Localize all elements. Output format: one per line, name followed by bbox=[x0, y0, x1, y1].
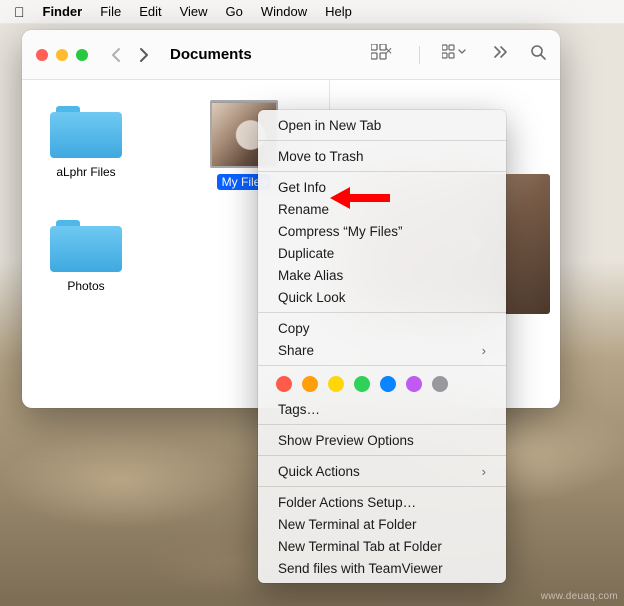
watermark: www.deuaq.com bbox=[541, 591, 618, 602]
tag-gray[interactable] bbox=[432, 376, 448, 392]
maximize-button[interactable] bbox=[76, 49, 88, 61]
window-title: Documents bbox=[170, 46, 359, 63]
nav-arrows bbox=[110, 47, 150, 63]
ctx-folder-actions-setup[interactable]: Folder Actions Setup… bbox=[258, 491, 506, 513]
ctx-quick-look[interactable]: Quick Look bbox=[258, 286, 506, 308]
menubar-view[interactable]: View bbox=[180, 4, 208, 19]
ctx-tag-colors bbox=[258, 370, 506, 398]
search-icon[interactable] bbox=[530, 44, 546, 65]
ctx-separator bbox=[258, 455, 506, 456]
titlebar: Documents bbox=[22, 30, 560, 80]
ctx-separator bbox=[258, 424, 506, 425]
toolbar-more-icon[interactable] bbox=[492, 45, 508, 64]
menubar-app-name[interactable]: Finder bbox=[43, 4, 83, 19]
ctx-copy[interactable]: Copy bbox=[258, 317, 506, 339]
item-label: Photos bbox=[62, 278, 109, 294]
menubar-window[interactable]: Window bbox=[261, 4, 307, 19]
group-by-icon[interactable] bbox=[442, 44, 470, 65]
menubar-edit[interactable]: Edit bbox=[139, 4, 161, 19]
forward-icon[interactable] bbox=[139, 47, 150, 63]
item-label: aLphr Files bbox=[51, 164, 120, 180]
menubar-help[interactable]: Help bbox=[325, 4, 352, 19]
apple-menu-icon[interactable]:  bbox=[14, 4, 25, 20]
tag-blue[interactable] bbox=[380, 376, 396, 392]
tag-red[interactable] bbox=[276, 376, 292, 392]
ctx-compress[interactable]: Compress “My Files” bbox=[258, 220, 506, 242]
ctx-open-new-tab[interactable]: Open in New Tab bbox=[258, 114, 506, 136]
minimize-button[interactable] bbox=[56, 49, 68, 61]
tag-orange[interactable] bbox=[302, 376, 318, 392]
ctx-separator bbox=[258, 312, 506, 313]
toolbar-separator bbox=[419, 46, 420, 64]
ctx-rename[interactable]: Rename bbox=[258, 198, 506, 220]
ctx-show-preview-options[interactable]: Show Preview Options bbox=[258, 429, 506, 451]
folder-item[interactable]: Photos bbox=[36, 214, 136, 294]
menubar:  Finder File Edit View Go Window Help bbox=[0, 0, 624, 24]
icon-view-icon[interactable] bbox=[371, 44, 397, 65]
folder-icon bbox=[50, 100, 122, 158]
ctx-share[interactable]: Share› bbox=[258, 339, 506, 361]
menubar-file[interactable]: File bbox=[100, 4, 121, 19]
ctx-separator bbox=[258, 140, 506, 141]
folder-icon bbox=[50, 214, 122, 272]
tag-yellow[interactable] bbox=[328, 376, 344, 392]
chevron-right-icon: › bbox=[482, 464, 486, 479]
tag-green[interactable] bbox=[354, 376, 370, 392]
ctx-separator bbox=[258, 365, 506, 366]
ctx-tags[interactable]: Tags… bbox=[258, 398, 506, 420]
context-menu: Open in New Tab Move to Trash Get Info R… bbox=[258, 110, 506, 583]
back-icon[interactable] bbox=[110, 47, 121, 63]
chevron-right-icon: › bbox=[482, 343, 486, 358]
ctx-separator bbox=[258, 486, 506, 487]
ctx-quick-actions[interactable]: Quick Actions› bbox=[258, 460, 506, 482]
menubar-go[interactable]: Go bbox=[226, 4, 243, 19]
ctx-separator bbox=[258, 171, 506, 172]
close-button[interactable] bbox=[36, 49, 48, 61]
ctx-move-to-trash[interactable]: Move to Trash bbox=[258, 145, 506, 167]
folder-item[interactable]: aLphr Files bbox=[36, 100, 136, 190]
traffic-lights bbox=[36, 49, 88, 61]
ctx-make-alias[interactable]: Make Alias bbox=[258, 264, 506, 286]
ctx-send-files-teamviewer[interactable]: Send files with TeamViewer bbox=[258, 557, 506, 579]
ctx-duplicate[interactable]: Duplicate bbox=[258, 242, 506, 264]
ctx-new-terminal-at-folder[interactable]: New Terminal at Folder bbox=[258, 513, 506, 535]
ctx-get-info[interactable]: Get Info bbox=[258, 176, 506, 198]
ctx-new-terminal-tab-at-folder[interactable]: New Terminal Tab at Folder bbox=[258, 535, 506, 557]
tag-purple[interactable] bbox=[406, 376, 422, 392]
